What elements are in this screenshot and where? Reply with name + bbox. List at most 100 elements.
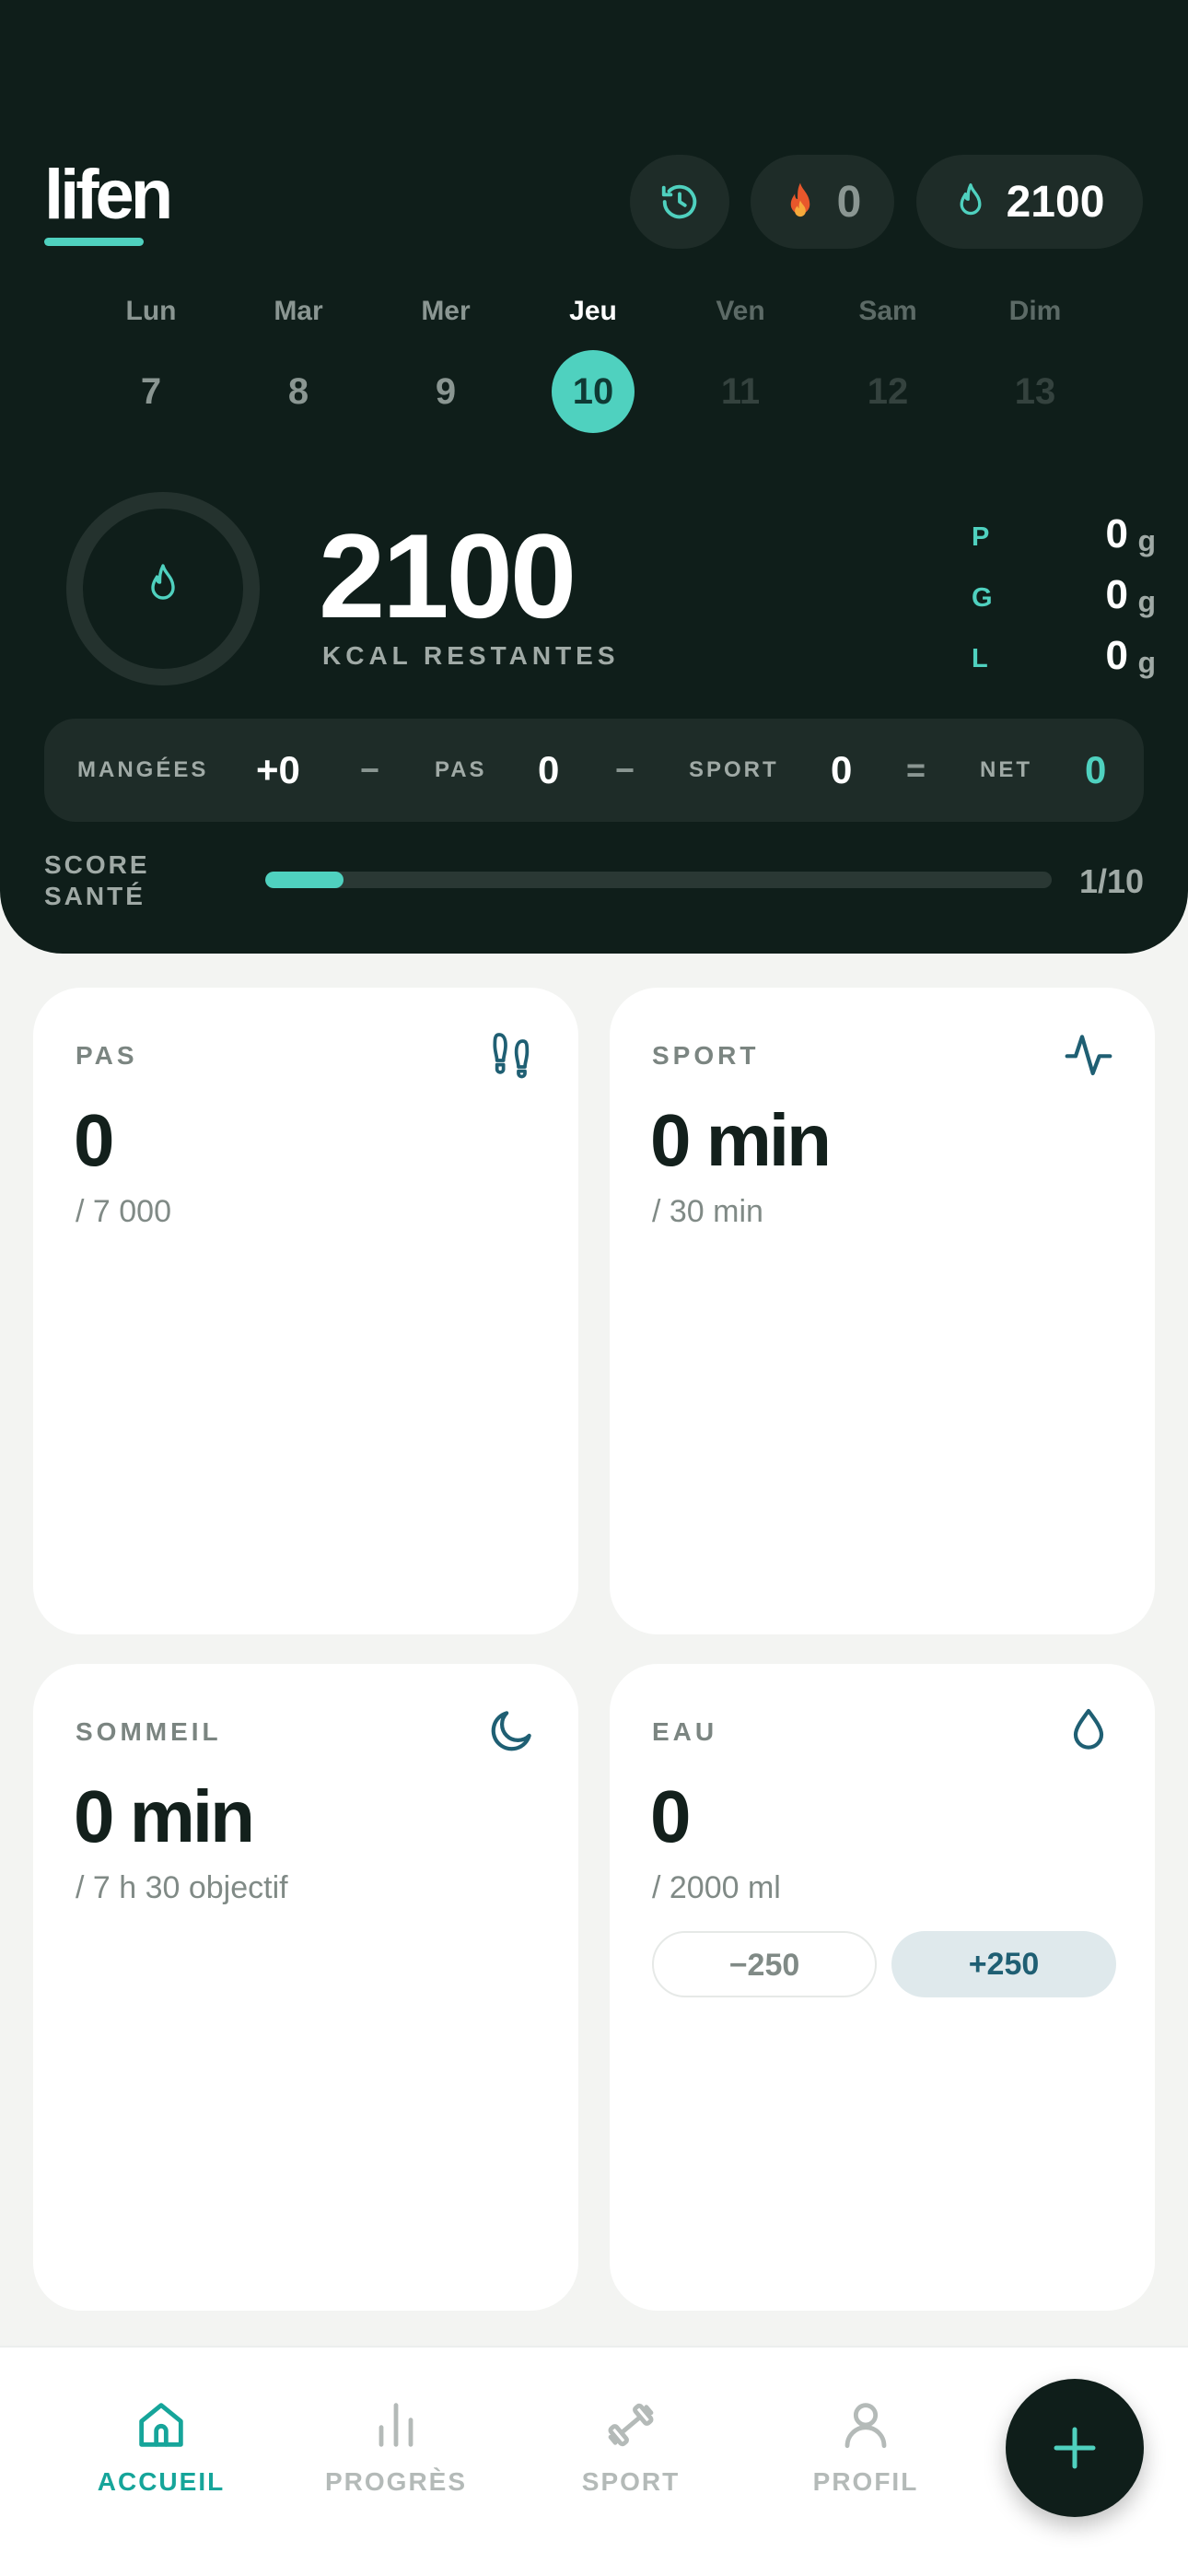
nav-item-profil[interactable]: PROFIL (774, 2395, 958, 2497)
day-name: Ven (716, 296, 765, 326)
health-score-fill (265, 872, 344, 888)
history-button[interactable] (630, 155, 729, 249)
health-score-bar (265, 872, 1052, 888)
day-name: Sam (858, 296, 917, 326)
day-jeu-selected[interactable]: Jeu 10 (542, 293, 644, 433)
steps-value: 0 (74, 1099, 114, 1181)
app-logo: lifen (44, 156, 173, 234)
history-icon (661, 184, 697, 219)
day-name: Lun (125, 296, 177, 326)
sport-value: 0 min (650, 1099, 832, 1181)
footsteps-icon (493, 1033, 530, 1079)
nav-item-progres[interactable]: PROGRÈS (304, 2395, 488, 2497)
kcal-remaining-label: KCAL RESTANTES (322, 641, 620, 670)
moon-icon (491, 1711, 531, 1751)
net-label: NET (980, 757, 1032, 782)
day-number: 12 (867, 371, 909, 412)
day-number: 7 (140, 371, 162, 412)
macro-protein: P 0 g (972, 511, 1156, 567)
water-value: 0 (650, 1775, 691, 1857)
macro-value: 0 (1105, 572, 1128, 617)
macro-value: 0 (1105, 633, 1128, 678)
day-ven[interactable]: Ven 11 (690, 293, 791, 433)
eaten-label: MANGÉES (77, 757, 209, 782)
add-entry-button[interactable] (1006, 2379, 1144, 2517)
macro-fat: L 0 g (972, 633, 1156, 688)
water-card[interactable]: EAU 0 / 2000 ml −250 +250 (610, 1664, 1155, 2311)
day-number: 10 (552, 350, 635, 433)
minus-operator: − (615, 751, 635, 789)
eaten-value: +0 (256, 748, 300, 791)
steps-value: 0 (538, 748, 560, 791)
logo-underline (44, 238, 144, 246)
day-dim[interactable]: Dim 13 (984, 293, 1086, 433)
dumbbell-icon (608, 2403, 654, 2447)
macro-letter: G (972, 583, 993, 613)
nav-label: PROGRÈS (324, 2467, 468, 2496)
sport-card[interactable]: SPORT 0 min / 30 min (610, 988, 1155, 1634)
day-name: Dim (1008, 296, 1062, 326)
health-score-label: SCORE SANTÉ (44, 849, 150, 912)
nav-item-accueil[interactable]: ACCUEIL (69, 2395, 253, 2497)
streak-badge[interactable]: 0 (751, 155, 894, 249)
card-title: EAU (652, 1717, 718, 1746)
nav-item-sport[interactable]: SPORT (539, 2395, 723, 2497)
macro-value: 0 (1105, 511, 1128, 556)
nav-label: ACCUEIL (97, 2467, 226, 2496)
card-title: PAS (76, 1041, 138, 1070)
water-target: / 2000 ml (652, 1870, 781, 1905)
day-number: 13 (1014, 371, 1056, 412)
day-number: 8 (287, 371, 309, 412)
flame-icon (960, 183, 982, 216)
sport-label: SPORT (689, 757, 779, 782)
day-number: 11 (720, 371, 761, 412)
minus-operator: − (360, 751, 380, 789)
sleep-card[interactable]: SOMMEIL 0 min / 7 h 30 objectif (33, 1664, 578, 2311)
bar-chart-icon (379, 2403, 413, 2447)
macro-unit: g (1137, 585, 1156, 618)
flame-icon (151, 564, 175, 600)
calorie-goal-value: 2100 (1006, 177, 1105, 227)
fire-icon (790, 182, 809, 217)
macro-carbs: G 0 g (972, 572, 1156, 627)
sleep-value: 0 min (74, 1775, 255, 1857)
calorie-ring (66, 492, 260, 685)
steps-card[interactable]: PAS 0 / 7 000 (33, 988, 578, 1634)
score-label-line1: SCORE (44, 850, 150, 879)
card-title: SPORT (652, 1041, 760, 1070)
score-label-line2: SANTÉ (44, 882, 146, 910)
week-strip: Lun 7 Mar 8 Mer 9 Jeu 10 Ven 11 Sam 12 D… (0, 293, 1188, 433)
macro-letter: L (972, 644, 988, 673)
sport-target: / 30 min (652, 1194, 763, 1229)
water-drop-icon (1073, 1708, 1104, 1750)
health-score-value: 1/10 (1079, 862, 1145, 900)
net-value: 0 (1085, 748, 1107, 791)
calorie-goal-badge[interactable]: 2100 (916, 155, 1143, 249)
day-name: Mar (274, 296, 323, 326)
sport-value: 0 (831, 748, 853, 791)
day-number: 9 (435, 371, 457, 412)
user-icon (844, 2403, 887, 2449)
calorie-equation-bar: MANGÉES +0 − PAS 0 − SPORT 0 = NET 0 (44, 719, 1144, 822)
water-plus-button[interactable]: +250 (891, 1931, 1116, 1997)
steps-target: / 7 000 (76, 1194, 171, 1229)
activity-pulse-icon (1065, 1035, 1112, 1076)
nav-label: PROFIL (812, 2467, 919, 2496)
day-mar[interactable]: Mar 8 (248, 293, 349, 433)
macro-unit: g (1137, 524, 1156, 557)
day-name: Jeu (569, 296, 617, 326)
plus-icon (1054, 2427, 1096, 2469)
equals-operator: = (906, 751, 926, 789)
day-mer[interactable]: Mer 9 (395, 293, 496, 433)
day-lun[interactable]: Lun 7 (100, 293, 202, 433)
steps-label: PAS (435, 757, 487, 782)
home-icon (139, 2403, 183, 2447)
macro-letter: P (972, 522, 990, 552)
nav-label: SPORT (581, 2467, 681, 2496)
water-minus-button[interactable]: −250 (652, 1931, 877, 1997)
day-sam[interactable]: Sam 12 (837, 293, 938, 433)
streak-value: 0 (836, 177, 862, 227)
card-title: SOMMEIL (76, 1717, 222, 1746)
day-name: Mer (421, 296, 471, 326)
dashboard-header: lifen 0 2100 Lun 7 Mar 8 Mer 9 Jeu 10 Ve… (0, 0, 1188, 954)
